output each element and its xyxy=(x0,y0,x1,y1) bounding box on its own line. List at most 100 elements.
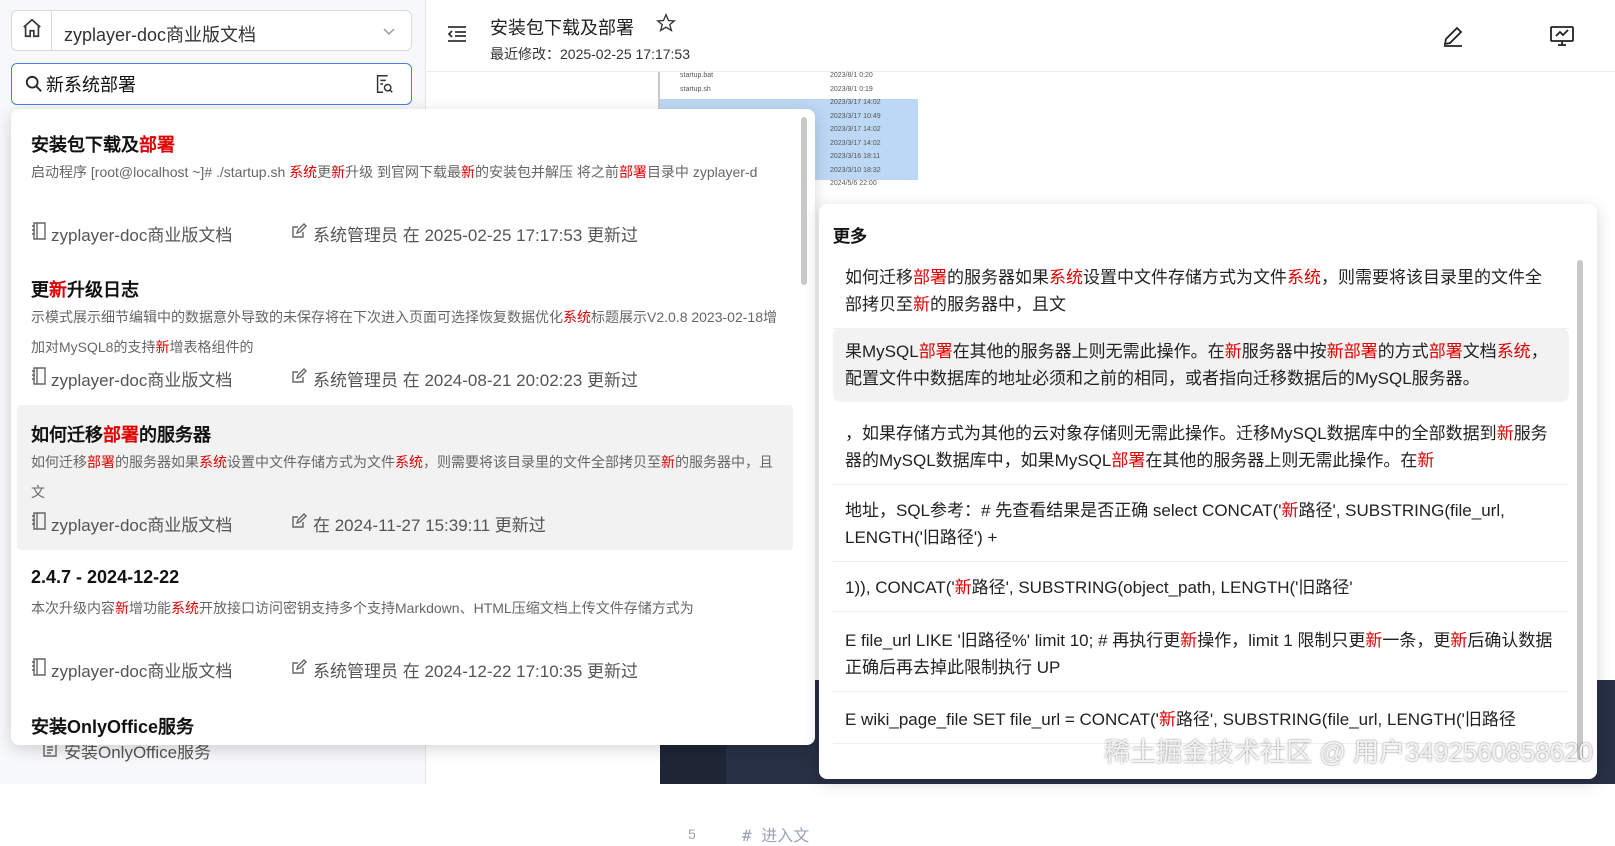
text-segment: 路径', SUBSTRING(object_path, LENGTH('旧路径' xyxy=(971,578,1353,597)
search-result[interactable]: 安装包下载及部署 启动程序 [root@localhost ~]# ./star… xyxy=(17,115,793,260)
highlight-text: 新 xyxy=(331,164,346,180)
result-title: 安装包下载及部署 xyxy=(31,131,779,155)
result-snippet: 如何迁移部署的服务器如果系统设置中文件存储方式为文件系统，则需要将该目录里的文件… xyxy=(31,447,779,507)
highlight-text: 部署 xyxy=(87,454,115,470)
highlight-text: 新 xyxy=(954,578,972,597)
result-space: zyplayer-doc商业版文档 xyxy=(31,366,291,391)
home-icon xyxy=(21,17,43,44)
home-button[interactable] xyxy=(12,11,52,50)
text-segment: 在其他的服务器上则无需此操作。在 xyxy=(1145,451,1418,470)
edit-icon xyxy=(291,659,307,680)
highlight-text: 部署 xyxy=(103,425,139,445)
text-segment: 操作，limit 1 限制只更 xyxy=(1197,631,1366,650)
advanced-search-icon[interactable] xyxy=(373,73,395,100)
text-segment: 示模式展示细节编辑中的数据意外导致的未保存将在下次进入页面可选择恢复数据优化 xyxy=(31,309,563,325)
more-result-item[interactable]: 果MySQL部署在其他的服务器上则无需此操作。在新服务器中按新部署的方式部署文档… xyxy=(833,328,1569,402)
file-row: startup.bat 2023/8/1 0:20 xyxy=(660,72,918,86)
space-name: zyplayer-doc商业版文档 xyxy=(64,25,257,45)
search-result[interactable]: 安装OnlyOffice服务 xyxy=(17,697,793,745)
book-icon xyxy=(31,512,47,535)
highlight-text: 部署 xyxy=(1343,342,1378,361)
scrollbar[interactable] xyxy=(801,117,807,285)
edit-icon xyxy=(291,513,307,534)
more-result-item[interactable]: ，如果存储方式为其他的云对象存储则无需此操作。迁移MySQL数据库中的全部数据到… xyxy=(833,410,1569,485)
updated-label: 系统管理员 在 2024-12-22 17:10:35 更新过 xyxy=(313,662,639,681)
highlight-text: 新 xyxy=(1158,710,1176,729)
search-results-dropdown: 安装包下载及部署 启动程序 [root@localhost ~]# ./star… xyxy=(11,109,815,745)
text-segment: 如何迁移 xyxy=(31,425,103,445)
text-segment: 的服务器 xyxy=(139,425,211,445)
file-date: 2023/3/10 18:32 xyxy=(830,166,881,174)
highlight-text: 系统 xyxy=(171,600,199,616)
text-segment: 服务器中按 xyxy=(1241,342,1327,361)
more-result-item[interactable]: 1)), CONCAT('新路径', SUBSTRING(object_path… xyxy=(833,564,1569,612)
text-segment: 在其他的服务器上则无需此操作。在 xyxy=(952,342,1225,361)
more-result-item[interactable]: 地址，SQL参考：# 先查看结果是否正确 select CONCAT('新路径'… xyxy=(833,487,1569,562)
scrollbar[interactable] xyxy=(1577,260,1583,760)
star-icon[interactable] xyxy=(655,12,677,38)
file-date: 2023/3/16 18:11 xyxy=(830,153,881,160)
book-icon xyxy=(31,367,47,390)
file-date: 2023/3/17 14:02 xyxy=(830,99,881,106)
highlight-text: 新 xyxy=(913,295,930,314)
text-segment: 更 xyxy=(31,280,49,300)
text-segment: 目录中 zyplayer-d xyxy=(646,164,758,180)
text-segment: 安装包下载及 xyxy=(31,135,139,155)
highlight-text: 新 xyxy=(661,454,675,470)
edit-icon xyxy=(291,368,307,389)
text-segment: E file_url LIKE '旧路径%' limit 10; # 再执行更 xyxy=(845,631,1181,650)
presentation-icon[interactable] xyxy=(1549,24,1575,53)
text-segment: 的服务器中，且文 xyxy=(930,295,1066,314)
edit-icon[interactable] xyxy=(1441,24,1465,53)
space-label: zyplayer-doc商业版文档 xyxy=(51,226,233,245)
highlight-text: 新 xyxy=(1365,631,1383,650)
text-segment: 设置中文件存储方式为文件 xyxy=(227,454,395,470)
highlight-text: 系统 xyxy=(395,454,423,470)
result-meta: zyplayer-doc商业版文档 系统管理员 在 2024-08-21 20:0… xyxy=(31,366,779,391)
text-segment: 地址，SQL参考：# 先查看结果是否正确 select CONCAT(' xyxy=(845,501,1282,520)
more-result-item[interactable]: E file_url LIKE '旧路径%' limit 10; # 再执行更新… xyxy=(833,617,1569,692)
result-snippet: 本次升级内容新增功能系统开放接口访问密钥支持多个支持Markdown、HTML压… xyxy=(31,593,779,653)
file-date: 2023/8/1 0:20 xyxy=(830,72,873,79)
panel-title: 更多 xyxy=(833,227,867,246)
highlight-text: 部署 xyxy=(618,164,647,180)
result-meta: zyplayer-doc商业版文档 系统管理员 在 2025-02-25 17:1… xyxy=(31,221,779,246)
book-icon xyxy=(31,222,47,245)
search-result[interactable]: 如何迁移部署的服务器 如何迁移部署的服务器如果系统设置中文件存储方式为文件系统，则… xyxy=(17,405,793,550)
text-segment: 果MySQL xyxy=(845,342,919,361)
search-result[interactable]: 更新升级日志示模式展示细节编辑中的数据意外导致的未保存将在下次进入页面可选择恢复… xyxy=(17,260,793,405)
search-input[interactable] xyxy=(46,73,366,95)
more-result-item[interactable]: 如何迁移部署的服务器如果系统设置中文件存储方式为文件系统，则需要将该目录里的文件… xyxy=(833,254,1569,329)
text-segment: 开放接口访问密钥支持多个支持Markdown、HTML压缩文档上传文件存储方式为 xyxy=(199,600,694,616)
result-updated: 系统管理员 在 2024-08-21 20:02:23 更新过 xyxy=(291,366,638,391)
doc-header: 安装包下载及部署 最近修改：2025-02-25 17:17:53 xyxy=(426,0,1615,72)
highlight-text: 新 xyxy=(1180,631,1198,650)
space-selector[interactable]: zyplayer-doc商业版文档 xyxy=(11,10,412,51)
page-title: 安装包下载及部署 xyxy=(490,18,634,38)
text-segment: ，如果存储方式为其他的云对象存储则无需此操作。迁移MySQL数据库中的全部数据到 xyxy=(845,424,1497,443)
text-segment: 文档 xyxy=(1462,342,1497,361)
collapse-sidebar-icon[interactable] xyxy=(446,24,468,49)
search-result[interactable]: 2.4.7 - 2024-12-22 本次升级内容新增功能系统开放接口访问密钥支持… xyxy=(17,551,793,696)
result-title: 2.4.7 - 2024-12-22 xyxy=(31,567,779,591)
updated-label: 系统管理员 在 2025-02-25 17:17:53 更新过 xyxy=(313,226,639,245)
last-modified: 最近修改：2025-02-25 17:17:53 xyxy=(490,46,690,62)
result-title: 更新升级日志 xyxy=(31,276,779,300)
text-segment: 启动程序 [root@localhost ~]# ./startup.sh xyxy=(31,164,290,180)
updated-label: 系统管理员 在 2024-08-21 20:02:23 更新过 xyxy=(313,371,639,390)
book-icon xyxy=(31,658,47,681)
text-segment: 的方式 xyxy=(1377,342,1429,361)
highlight-text: 新 xyxy=(1496,424,1514,443)
text-segment: 安装OnlyOffice服务 xyxy=(31,717,195,737)
text-segment: 1)), CONCAT(' xyxy=(845,578,955,597)
result-space: zyplayer-doc商业版文档 xyxy=(31,511,291,536)
search-box[interactable] xyxy=(11,63,412,105)
watermark: 稀土掘金技术社区 @ 用户3492560858620 xyxy=(1104,737,1593,767)
text-segment: 升级日志 xyxy=(67,280,139,300)
result-updated: 系统管理员 在 2025-02-25 17:17:53 更新过 xyxy=(291,221,638,246)
file-date: 2023/3/17 14:02 xyxy=(830,139,881,147)
file-date: 2023/3/17 14:02 xyxy=(830,126,881,133)
highlight-text: 部署 xyxy=(913,268,947,287)
updated-label: 在 2024-11-27 15:39:11 更新过 xyxy=(313,516,546,535)
result-updated: 在 2024-11-27 15:39:11 更新过 xyxy=(291,511,546,536)
